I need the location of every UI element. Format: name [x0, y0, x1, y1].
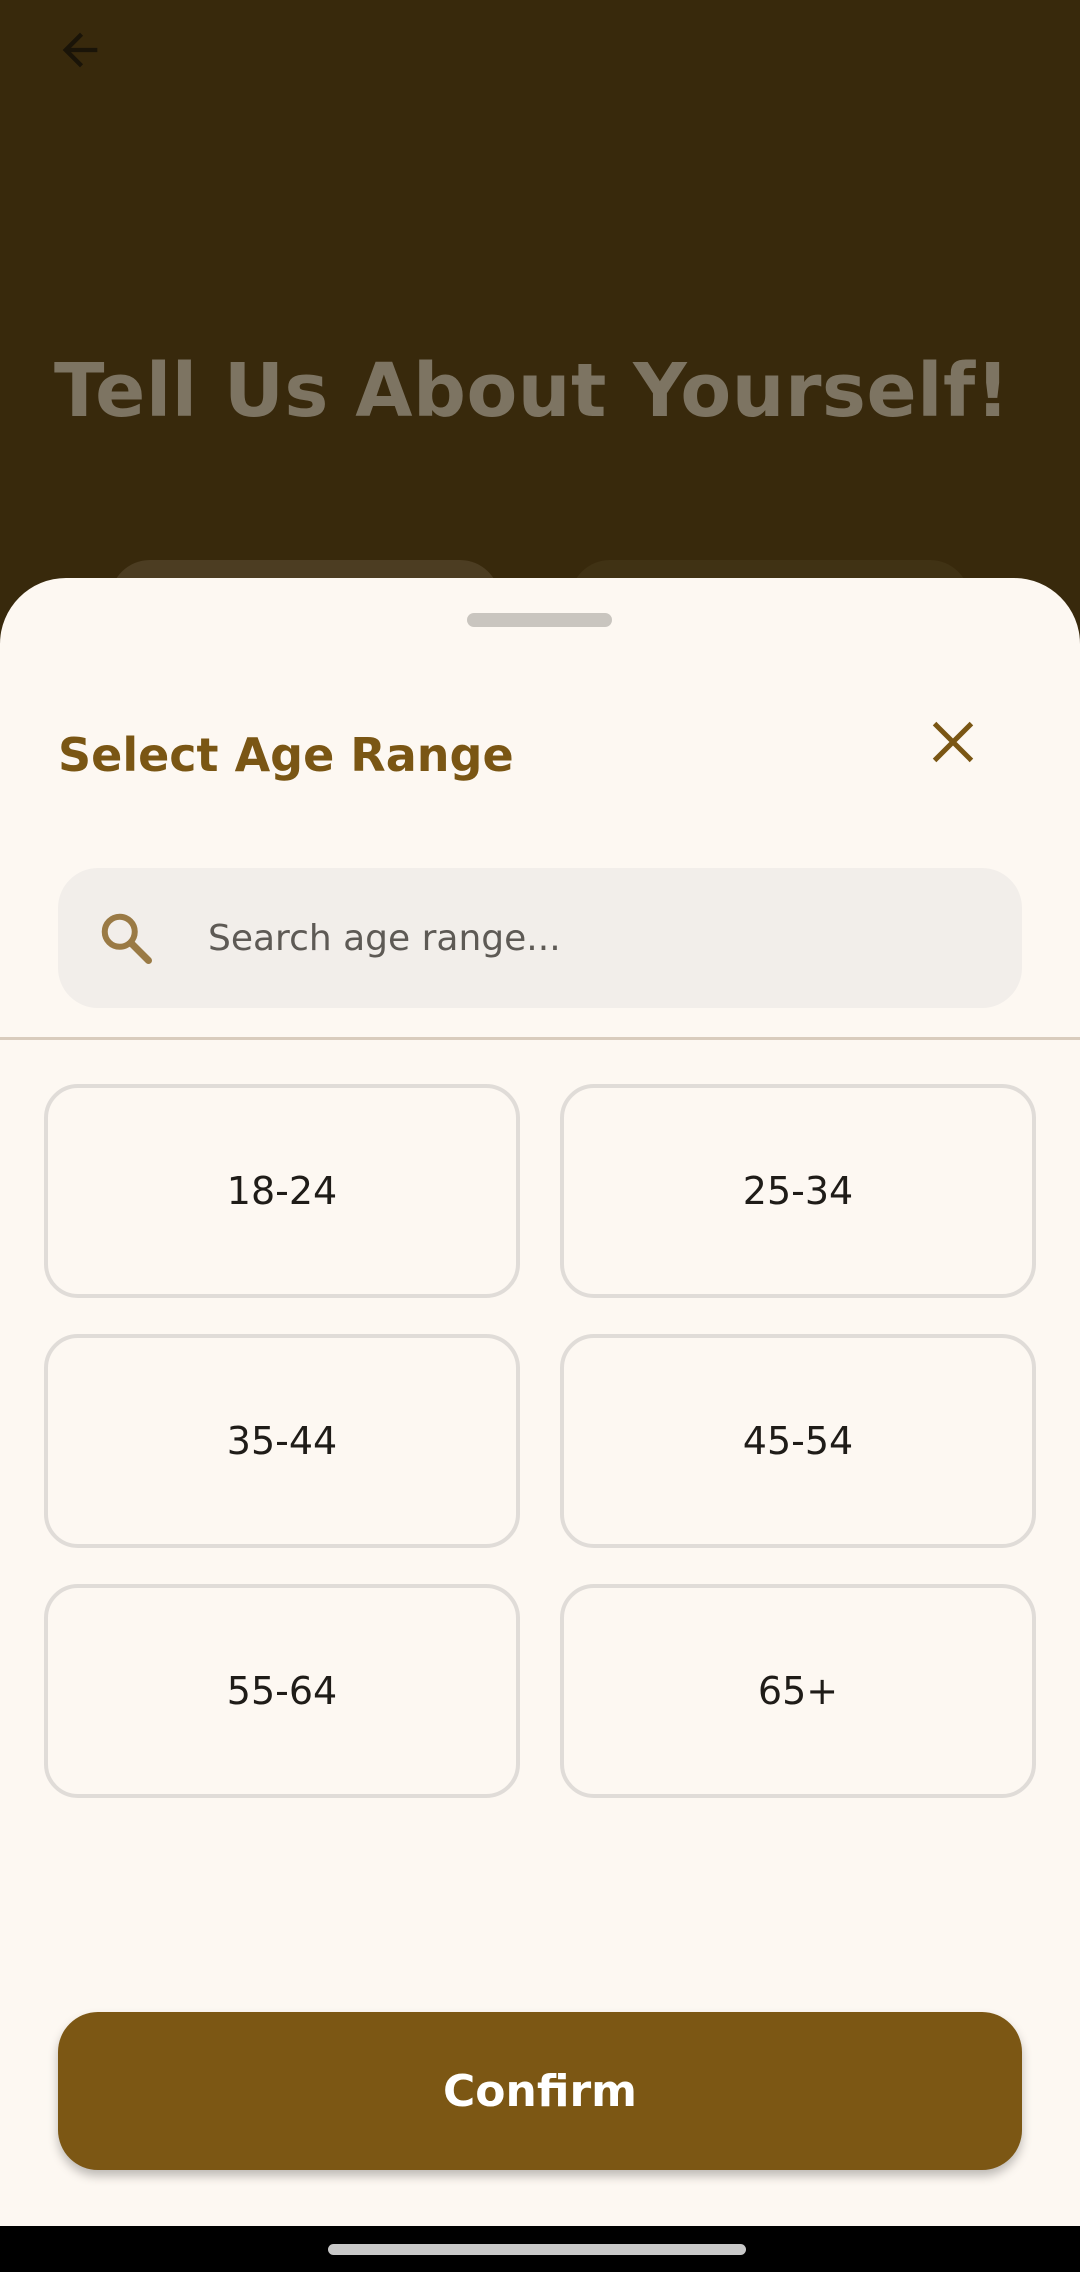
close-icon [932, 721, 974, 763]
arrow-left-icon [62, 32, 98, 68]
close-button[interactable] [915, 704, 991, 780]
age-option-25-34[interactable]: 25-34 [560, 1084, 1036, 1298]
search-box[interactable] [58, 868, 1022, 1008]
system-nav-bar [0, 2226, 1080, 2272]
drag-handle[interactable] [467, 613, 612, 627]
screen: Tell Us About Yourself! Select Age Range… [0, 0, 1080, 2272]
age-option-65-plus[interactable]: 65+ [560, 1584, 1036, 1798]
divider [0, 1037, 1080, 1040]
age-options-grid: 18-24 25-34 35-44 45-54 55-64 65+ [44, 1084, 1036, 1798]
back-button[interactable] [40, 10, 120, 90]
search-input[interactable] [208, 868, 988, 1008]
age-option-35-44[interactable]: 35-44 [44, 1334, 520, 1548]
age-option-18-24[interactable]: 18-24 [44, 1084, 520, 1298]
confirm-button[interactable]: Confirm [58, 2012, 1022, 2170]
search-icon [101, 913, 152, 964]
home-indicator[interactable] [328, 2244, 746, 2255]
age-range-sheet: Select Age Range 18-24 25-34 35-44 45-54… [0, 578, 1080, 2226]
age-option-55-64[interactable]: 55-64 [44, 1584, 520, 1798]
page-title: Tell Us About Yourself! [54, 348, 1010, 434]
sheet-title: Select Age Range [58, 728, 514, 782]
age-option-45-54[interactable]: 45-54 [560, 1334, 1036, 1548]
